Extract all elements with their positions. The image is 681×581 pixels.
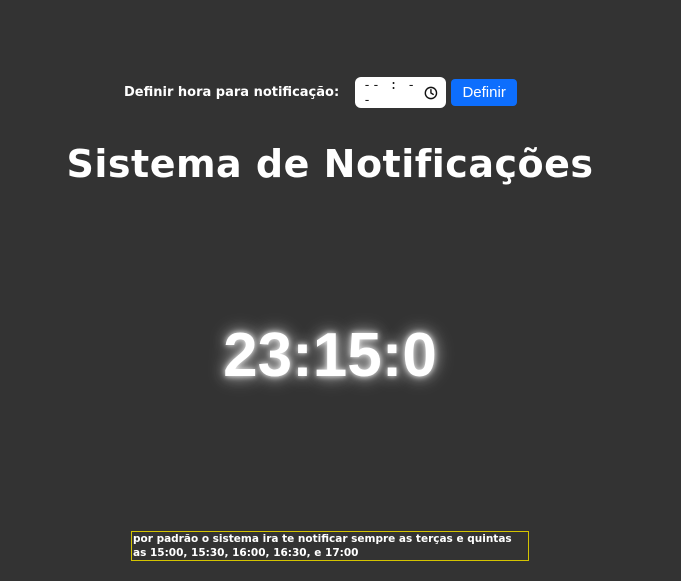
define-button[interactable]: Definir	[451, 79, 518, 106]
notification-time-input[interactable]: -- : --	[355, 77, 447, 108]
notification-time-form: Definir hora para notificação: -- : -- D…	[124, 77, 518, 108]
time-input-value: -- : --	[363, 77, 417, 108]
clock-display: 23:15:0	[223, 321, 437, 390]
notification-time-label: Definir hora para notificação:	[124, 85, 340, 100]
default-schedule-note: por padrão o sistema ira te notificar se…	[131, 531, 529, 561]
page-title: Sistema de Notificações	[66, 142, 594, 186]
clock-icon[interactable]	[424, 86, 438, 100]
